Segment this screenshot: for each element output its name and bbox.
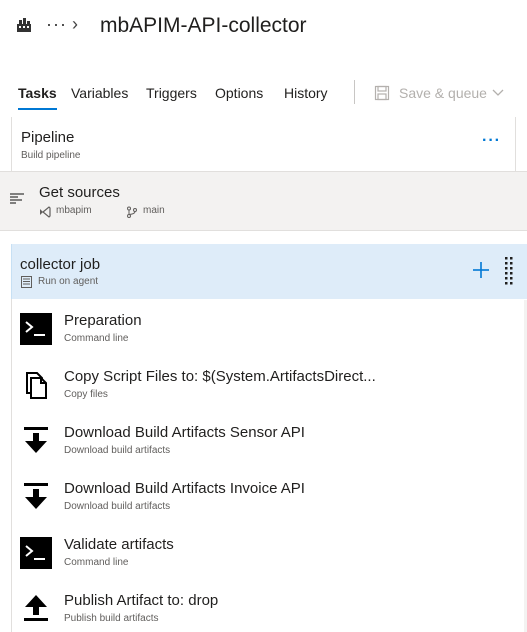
save-and-queue-label: Save & queue: [399, 85, 487, 101]
copy-files-icon: [26, 372, 47, 399]
job-subtitle: Run on agent: [38, 276, 99, 287]
branch-icon: [127, 206, 137, 218]
chevron-down-icon: [492, 89, 504, 96]
repo-icon: [40, 206, 51, 218]
download-icon: [24, 427, 48, 453]
task-item-publish[interactable]: Publish Artifact to: drop Publish build …: [12, 579, 527, 632]
pipelines-icon[interactable]: [16, 17, 32, 33]
task-title: Copy Script Files to: $(System.Artifacts…: [64, 368, 376, 385]
page-header: ··· › mbAPIM-API-collector: [0, 0, 527, 56]
task-subtitle: Command line: [64, 557, 129, 568]
tab-triggers[interactable]: Triggers: [146, 76, 197, 110]
tab-variables[interactable]: Variables: [71, 76, 128, 110]
breadcrumb-more-button[interactable]: ···: [46, 12, 67, 36]
sources-list-icon: [10, 193, 24, 204]
task-list: Preparation Command line Copy Script Fil…: [11, 299, 527, 632]
get-sources-title: Get sources: [39, 184, 120, 201]
tab-bar: Tasks Variables Triggers Options History…: [0, 76, 527, 116]
task-item-copy-files[interactable]: Copy Script Files to: $(System.Artifacts…: [12, 355, 527, 411]
task-item-download-sensor[interactable]: Download Build Artifacts Sensor API Down…: [12, 411, 527, 467]
agent-job-row[interactable]: collector job Run on agent: [11, 244, 527, 299]
task-subtitle: Download build artifacts: [64, 445, 171, 456]
task-subtitle: Copy files: [64, 389, 108, 400]
agent-icon: [21, 276, 32, 288]
task-title: Validate artifacts: [64, 536, 174, 553]
tab-divider: [354, 80, 355, 104]
upload-icon: [24, 595, 48, 621]
page-title: mbAPIM-API-collector: [100, 14, 307, 37]
task-title: Preparation: [64, 312, 142, 329]
download-icon: [24, 483, 48, 509]
tab-options[interactable]: Options: [215, 76, 263, 110]
task-subtitle: Publish build artifacts: [64, 613, 159, 624]
job-title: collector job: [20, 256, 101, 273]
tab-history[interactable]: History: [284, 76, 328, 110]
get-sources-row[interactable]: Get sources mbapim main: [0, 171, 527, 231]
task-item-validate[interactable]: Validate artifacts Command line: [12, 523, 527, 579]
save-icon: [374, 85, 390, 101]
task-subtitle: Command line: [64, 333, 129, 344]
task-item-download-invoice[interactable]: Download Build Artifacts Invoice API Dow…: [12, 467, 527, 523]
branch-name: main: [143, 205, 165, 216]
drag-handle-icon[interactable]: [505, 257, 513, 285]
tab-tasks[interactable]: Tasks: [18, 76, 57, 110]
command-line-icon: [20, 313, 52, 345]
pipeline-more-button[interactable]: ···: [482, 131, 501, 151]
breadcrumb-chevron-icon: ›: [72, 14, 78, 34]
command-line-icon: [20, 537, 52, 569]
repo-name: mbapim: [56, 205, 92, 216]
pipeline-row[interactable]: Pipeline Build pipeline ···: [11, 117, 516, 171]
task-item-preparation[interactable]: Preparation Command line: [12, 299, 527, 355]
add-task-button[interactable]: [471, 260, 491, 280]
pipeline-title: Pipeline: [21, 129, 75, 146]
task-subtitle: Download build artifacts: [64, 501, 171, 512]
task-title: Download Build Artifacts Invoice API: [64, 480, 305, 497]
task-title: Publish Artifact to: drop: [64, 592, 219, 609]
pipeline-subtitle: Build pipeline: [21, 150, 81, 161]
task-title: Download Build Artifacts Sensor API: [64, 424, 305, 441]
